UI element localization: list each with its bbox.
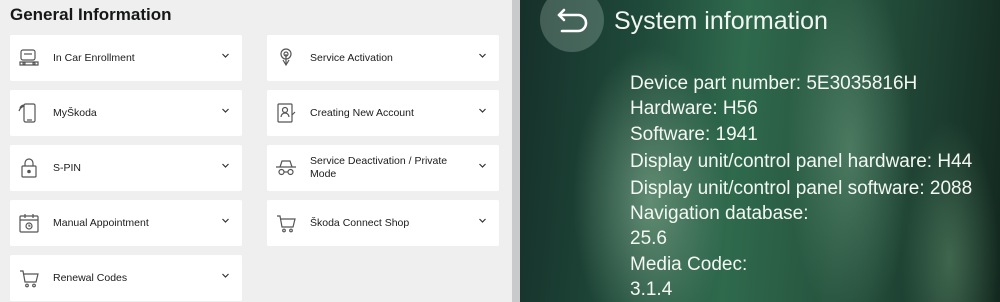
navigation-database-label: Navigation database: xyxy=(630,203,809,224)
display-unit-hardware: Display unit/control panel hardware: H44 xyxy=(630,151,973,172)
chevron-down-icon[interactable] xyxy=(221,216,230,225)
item-label: MyŠkoda xyxy=(53,106,97,119)
calendar-icon xyxy=(18,211,40,235)
item-myskoda[interactable]: MyŠkoda xyxy=(10,90,242,136)
general-information-panel: General Information In Car Enrollment My… xyxy=(0,0,512,302)
item-manual-appointment[interactable]: Manual Appointment xyxy=(10,200,242,246)
chevron-down-icon[interactable] xyxy=(221,51,230,60)
item-label: In Car Enrollment xyxy=(53,51,135,64)
screen-title: System information xyxy=(614,7,828,35)
item-label: S-PIN xyxy=(53,161,82,174)
section-title: General Information xyxy=(10,5,172,24)
item-label: Manual Appointment xyxy=(53,216,149,229)
hardware: Hardware: H56 xyxy=(630,98,758,119)
navigation-database-value: 25.6 xyxy=(630,228,667,249)
chevron-down-icon[interactable] xyxy=(221,271,230,280)
account-icon xyxy=(275,101,297,125)
item-skoda-connect-shop[interactable]: Škoda Connect Shop xyxy=(267,200,499,246)
back-arrow-icon xyxy=(557,8,588,33)
software: Software: 1941 xyxy=(630,124,758,145)
chevron-down-icon[interactable] xyxy=(221,161,230,170)
system-information-screen: System information Device part number: 5… xyxy=(520,0,1000,302)
media-codec-value: 3.1.4 xyxy=(630,279,673,300)
cart-icon xyxy=(18,266,40,290)
touch-icon xyxy=(275,46,297,70)
item-s-pin[interactable]: S-PIN xyxy=(10,145,242,191)
chevron-down-icon[interactable] xyxy=(478,51,487,60)
media-codec-label: Media Codec: xyxy=(630,254,748,275)
panel-divider xyxy=(512,0,520,302)
item-label: Creating New Account xyxy=(310,106,414,119)
item-service-deactivation[interactable]: Service Deactivation / Private Mode xyxy=(267,145,499,191)
car-icon xyxy=(18,46,40,70)
cart-icon xyxy=(275,211,297,235)
item-in-car-enrollment[interactable]: In Car Enrollment xyxy=(10,35,242,81)
display-unit-software: Display unit/control panel software: 208… xyxy=(630,178,973,199)
incognito-icon xyxy=(275,156,297,180)
item-renewal-codes[interactable]: Renewal Codes xyxy=(10,255,242,301)
chevron-down-icon[interactable] xyxy=(478,106,487,115)
chevron-down-icon[interactable] xyxy=(478,216,487,225)
item-label: Škoda Connect Shop xyxy=(310,216,410,229)
device-part-number: Device part number: 5E3035816H xyxy=(630,73,918,94)
phone-icon xyxy=(18,101,40,125)
lock-icon xyxy=(18,156,40,180)
chevron-down-icon[interactable] xyxy=(478,161,487,170)
item-service-activation[interactable]: Service Activation xyxy=(267,35,499,81)
item-creating-new-account[interactable]: Creating New Account xyxy=(267,90,499,136)
chevron-down-icon[interactable] xyxy=(221,106,230,115)
back-button[interactable] xyxy=(540,0,604,52)
item-label: Service Deactivation / Private Mode xyxy=(310,155,448,180)
item-label: Renewal Codes xyxy=(53,271,128,284)
item-label: Service Activation xyxy=(310,51,393,64)
